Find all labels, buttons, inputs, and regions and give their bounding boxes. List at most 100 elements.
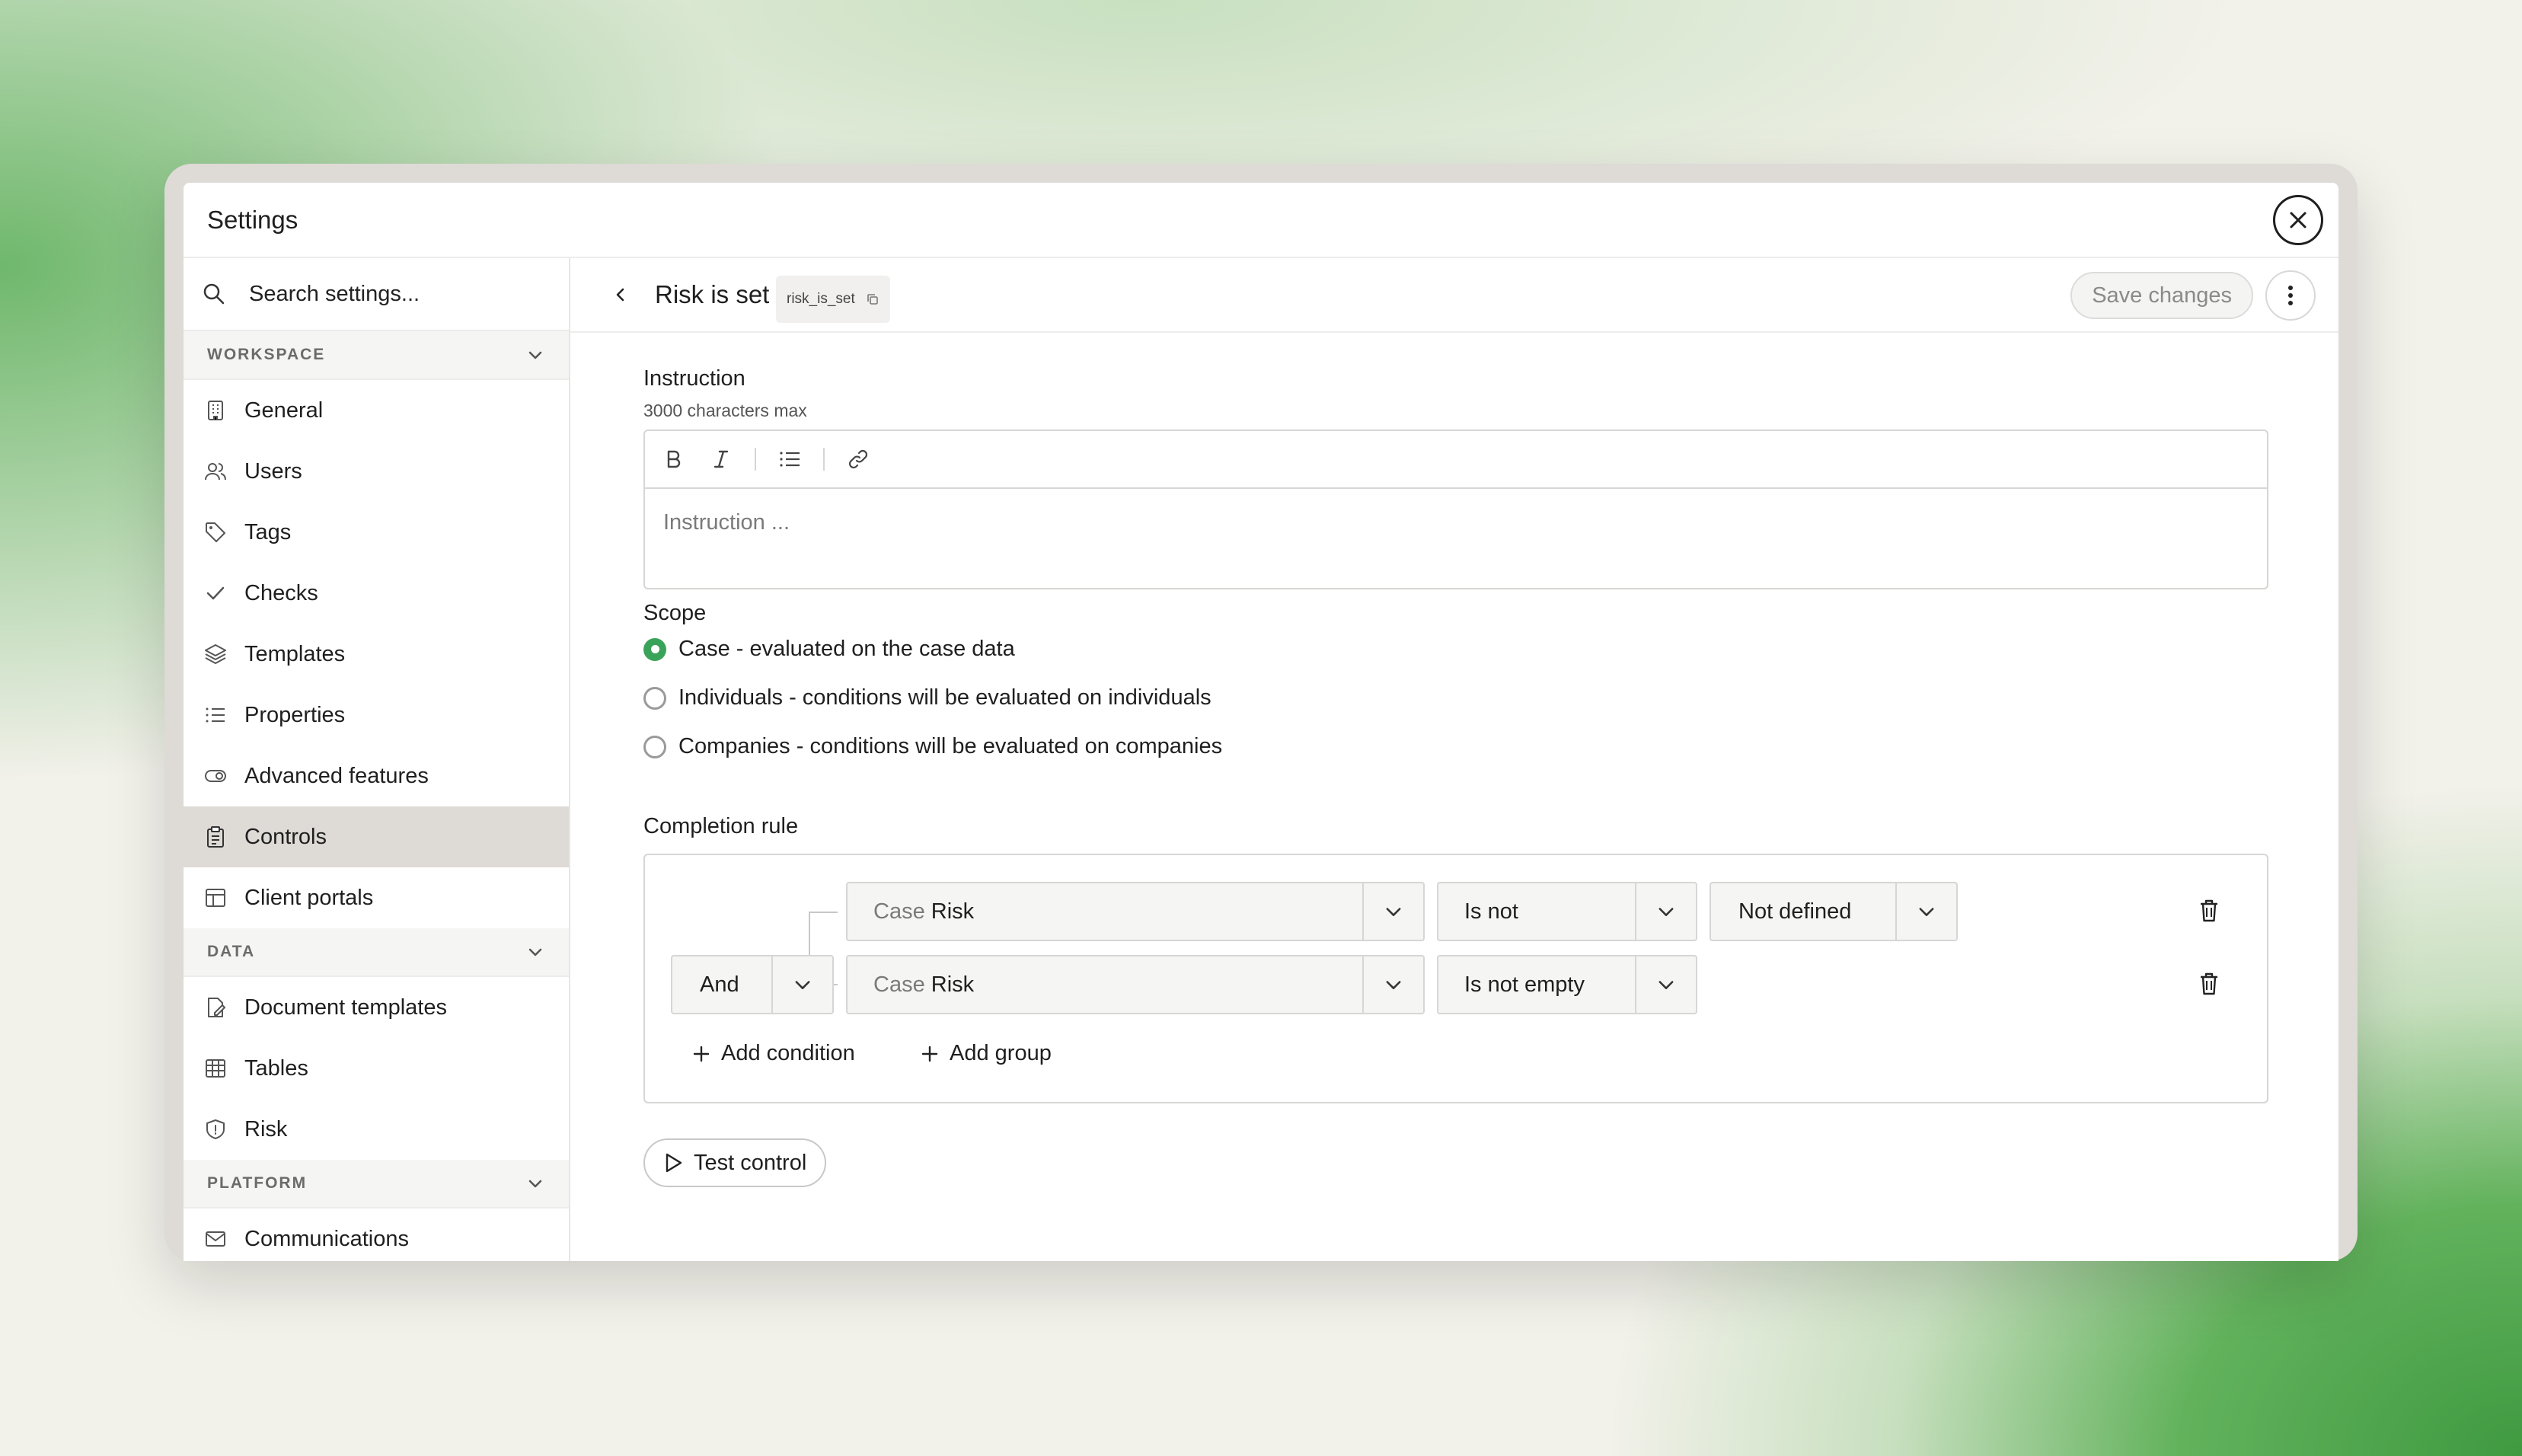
sidebar-item-label: Templates — [244, 641, 346, 666]
test-control-button[interactable]: Test control — [643, 1138, 827, 1187]
radio-selected[interactable] — [643, 637, 666, 661]
scope-option-case[interactable]: Case - evaluated on the case data — [643, 637, 1015, 662]
sidebar-item-label: Document templates — [244, 995, 447, 1020]
field-name: Risk — [931, 899, 975, 924]
logic-connector-select[interactable]: And — [671, 955, 834, 1014]
sidebar-item-tags[interactable]: Tags — [184, 502, 569, 563]
instruction-placeholder: Instruction ... — [663, 510, 790, 535]
sidebar-item-checks[interactable]: Checks — [184, 563, 569, 624]
slug-badge[interactable]: risk_is_set — [776, 276, 890, 323]
save-changes-button[interactable]: Save changes — [2070, 272, 2253, 319]
radio-unselected[interactable] — [643, 686, 666, 710]
delete-condition-button[interactable] — [2195, 897, 2223, 924]
table-icon — [203, 1056, 228, 1081]
sidebar-item-communications[interactable]: Communications — [184, 1209, 569, 1261]
list-icon — [203, 703, 228, 727]
scope-option-companies[interactable]: Companies - conditions will be evaluated… — [643, 734, 1222, 759]
close-icon — [2290, 212, 2307, 228]
chevron-down-icon — [1362, 883, 1423, 940]
sidebar-item-label: Risk — [244, 1116, 288, 1141]
add-group-label: Add group — [950, 1041, 1052, 1065]
chevron-down-icon — [771, 956, 832, 1013]
plus-icon — [921, 1045, 939, 1063]
completion-rule-label: Completion rule — [643, 814, 799, 838]
scope-option-individuals[interactable]: Individuals - conditions will be evaluat… — [643, 685, 1212, 710]
building-icon — [203, 398, 228, 423]
bold-icon[interactable] — [660, 445, 688, 473]
search-icon — [203, 283, 225, 305]
layout-icon — [203, 886, 228, 910]
add-group-button[interactable]: Add group — [921, 1041, 1052, 1066]
sidebar-item-label: General — [244, 398, 324, 423]
close-button[interactable] — [2273, 195, 2323, 245]
search-input[interactable]: Search settings... — [184, 258, 569, 331]
section-header-platform[interactable]: PLATFORM — [184, 1160, 569, 1209]
chevron-down-icon — [528, 948, 542, 956]
section-header-data[interactable]: DATA — [184, 928, 569, 977]
sidebar-item-tables[interactable]: Tables — [184, 1038, 569, 1099]
condition-field-select[interactable]: Case Risk — [846, 955, 1425, 1014]
sidebar-item-label: Communications — [244, 1226, 409, 1251]
chevron-left-icon — [616, 288, 624, 302]
link-icon[interactable] — [844, 445, 872, 473]
back-button[interactable] — [607, 281, 634, 308]
mail-icon — [203, 1227, 228, 1251]
field-name: Risk — [931, 972, 975, 997]
copy-icon[interactable] — [866, 292, 880, 306]
condition-operator-select[interactable]: Is not — [1437, 882, 1697, 941]
field-prefix: Case — [873, 899, 925, 924]
plus-icon — [692, 1045, 710, 1063]
italic-icon[interactable] — [707, 445, 735, 473]
play-icon — [663, 1152, 683, 1173]
sidebar-item-document-templates[interactable]: Document templates — [184, 977, 569, 1038]
sidebar-item-label: Tables — [244, 1055, 308, 1081]
scope-option-label: Companies - conditions will be evaluated… — [678, 734, 1223, 758]
search-placeholder: Search settings... — [249, 281, 420, 306]
sidebar-item-risk[interactable]: Risk — [184, 1099, 569, 1160]
condition-value: Not defined — [1738, 899, 1852, 924]
condition-value-select[interactable]: Not defined — [1710, 882, 1958, 941]
completion-rule-builder: Case Risk Is not Not defined And Case Ri… — [643, 854, 2268, 1103]
trash-icon — [2201, 972, 2217, 995]
condition-field-select[interactable]: Case Risk — [846, 882, 1425, 941]
chevron-down-icon — [528, 1180, 542, 1188]
more-vertical-icon — [2288, 286, 2293, 305]
radio-unselected[interactable] — [643, 735, 666, 758]
shield-icon — [203, 1117, 228, 1141]
instruction-label: Instruction — [643, 366, 745, 391]
sidebar-item-client-portals[interactable]: Client portals — [184, 867, 569, 928]
toolbar-divider — [755, 448, 756, 471]
section-label: WORKSPACE — [207, 346, 326, 363]
sidebar-item-users[interactable]: Users — [184, 441, 569, 502]
sidebar-item-label: Users — [244, 458, 302, 484]
sidebar-item-general[interactable]: General — [184, 380, 569, 441]
bullet-list-icon[interactable] — [776, 445, 803, 473]
file-edit-icon — [203, 995, 228, 1020]
sidebar-item-templates[interactable]: Templates — [184, 624, 569, 685]
add-condition-label: Add condition — [721, 1041, 855, 1065]
sidebar-item-advanced-features[interactable]: Advanced features — [184, 746, 569, 806]
more-options-button[interactable] — [2265, 270, 2316, 321]
connector-value: And — [700, 972, 739, 997]
scope-label: Scope — [643, 601, 707, 625]
operator-value: Is not — [1464, 899, 1518, 924]
sidebar-item-properties[interactable]: Properties — [184, 685, 569, 746]
section-header-workspace[interactable]: WORKSPACE — [184, 331, 569, 380]
delete-condition-button[interactable] — [2195, 970, 2223, 998]
chevron-down-icon — [1635, 883, 1696, 940]
scope-option-label: Individuals - conditions will be evaluat… — [678, 685, 1212, 710]
condition-operator-select[interactable]: Is not empty — [1437, 955, 1697, 1014]
test-control-label: Test control — [694, 1150, 807, 1175]
sidebar-item-controls[interactable]: Controls — [184, 806, 569, 867]
toolbar-divider — [823, 448, 825, 471]
chevron-down-icon — [1635, 956, 1696, 1013]
settings-window: Settings Search settings... WORKSPACE Ge… — [184, 183, 2338, 1261]
sidebar-item-label: Controls — [244, 824, 327, 849]
instruction-editor[interactable]: Instruction ... — [643, 429, 2268, 589]
field-prefix: Case — [873, 972, 925, 997]
add-condition-button[interactable]: Add condition — [692, 1041, 855, 1066]
chevron-down-icon — [1362, 956, 1423, 1013]
check-icon — [203, 581, 228, 605]
tag-icon — [203, 520, 228, 544]
section-label: PLATFORM — [207, 1174, 308, 1192]
